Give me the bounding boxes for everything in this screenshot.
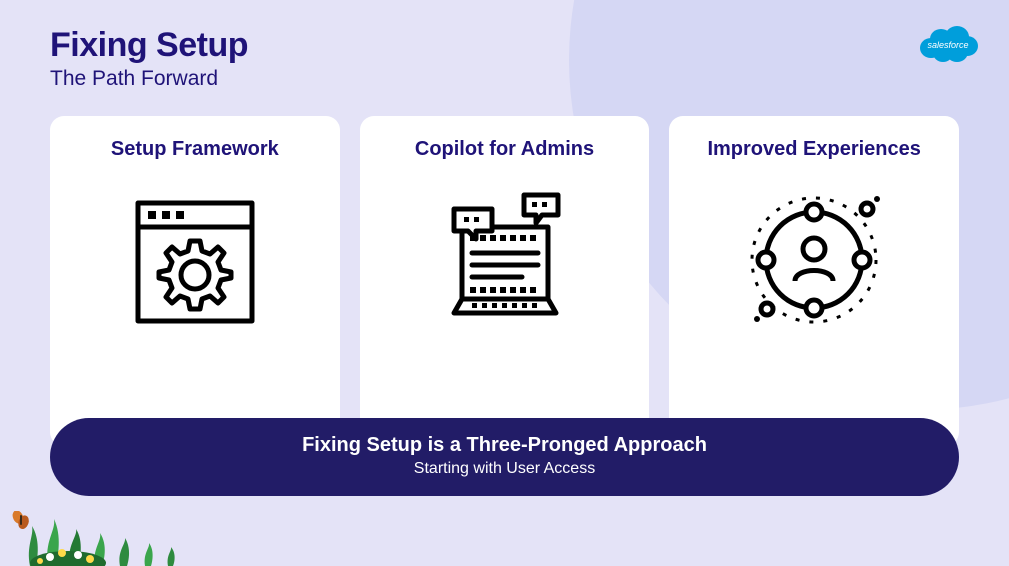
slide-subtitle: The Path Forward <box>50 67 248 91</box>
card-setup-framework: Setup Framework <box>50 116 340 446</box>
laptop-chat-icon <box>430 185 580 335</box>
summary-banner: Fixing Setup is a Three-Pronged Approach… <box>50 418 959 496</box>
card-title: Improved Experiences <box>707 138 920 161</box>
decorative-foliage <box>0 511 280 566</box>
user-orbit-icon <box>739 185 889 335</box>
banner-title: Fixing Setup is a Three-Pronged Approach <box>70 434 939 457</box>
slide: salesforce Fixing Setup The Path Forward… <box>0 0 1009 566</box>
logo-text: salesforce <box>927 40 968 50</box>
card-copilot-admins: Copilot for Admins <box>360 116 650 446</box>
card-title: Copilot for Admins <box>415 138 594 161</box>
card-title: Setup Framework <box>111 138 279 161</box>
card-row: Setup Framework <box>50 116 959 446</box>
card-improved-experiences: Improved Experiences <box>669 116 959 446</box>
salesforce-logo: salesforce <box>917 22 979 64</box>
banner-subtitle: Starting with User Access <box>70 460 939 478</box>
gear-window-icon <box>120 185 270 335</box>
slide-header: Fixing Setup The Path Forward <box>50 26 248 91</box>
slide-title: Fixing Setup <box>50 26 248 65</box>
